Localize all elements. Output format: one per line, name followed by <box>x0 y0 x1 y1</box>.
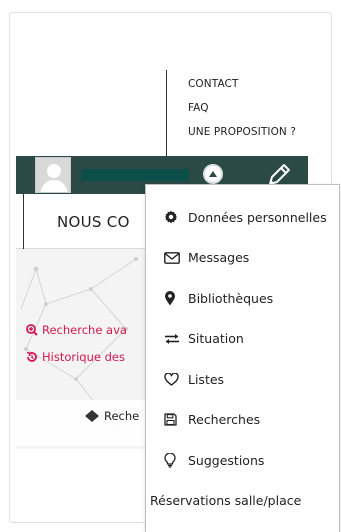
menu-item-suggestions[interactable]: Suggestions <box>146 440 339 481</box>
search-button[interactable]: Reche <box>85 409 139 423</box>
map-pin-icon <box>164 290 184 306</box>
nav-item-nous[interactable]: NOUS CO <box>57 213 130 231</box>
menu-item-lists[interactable]: Listes <box>146 359 339 400</box>
user-silhouette-icon <box>36 158 70 192</box>
menu-item-label: Bibliothèques <box>188 290 274 306</box>
menu-item-label: Suggestions <box>188 452 265 468</box>
caret-up-icon <box>209 171 217 177</box>
history-label: Historique des <box>42 350 125 364</box>
top-links: CONTACT FAQ UNE PROPOSITION ? <box>166 70 316 156</box>
menu-item-libraries[interactable]: Bibliothèques <box>146 278 339 319</box>
zoom-in-icon <box>26 324 38 336</box>
avatar[interactable] <box>35 157 71 193</box>
menu-item-reservations[interactable]: Réservations salle/place <box>146 481 339 522</box>
envelope-icon <box>164 250 184 266</box>
nav-divider <box>23 194 24 249</box>
save-icon <box>164 412 184 428</box>
advanced-search-link[interactable]: Recherche ava <box>26 323 127 337</box>
search-button-label: Reche <box>104 409 140 423</box>
menu-item-situation[interactable]: Situation <box>146 319 339 360</box>
advanced-search-label: Recherche ava <box>42 323 127 337</box>
menu-item-personal-data[interactable]: Données personnelles <box>146 197 339 238</box>
history-icon <box>26 351 37 362</box>
menu-item-label: Listes <box>188 371 225 387</box>
contact-link[interactable]: CONTACT <box>188 72 316 96</box>
menu-item-label: Situation <box>188 331 244 347</box>
menu-toggle-button[interactable] <box>203 164 223 184</box>
proposal-link[interactable]: UNE PROPOSITION ? <box>188 120 316 144</box>
user-dropdown-menu: Données personnelles Messages Bibliothèq… <box>145 184 340 532</box>
faq-link[interactable]: FAQ <box>188 96 316 120</box>
exchange-icon <box>164 331 184 347</box>
menu-item-label: Réservations salle/place <box>150 493 302 509</box>
menu-item-label: Données personnelles <box>188 209 327 225</box>
menu-item-label: Messages <box>188 250 250 266</box>
history-link[interactable]: Historique des <box>26 350 125 364</box>
user-name-redacted <box>81 169 189 181</box>
menu-item-messages[interactable]: Messages <box>146 238 339 279</box>
menu-item-searches[interactable]: Recherches <box>146 400 339 441</box>
menu-item-label: Recherches <box>188 412 261 428</box>
heart-icon <box>164 371 184 387</box>
search-diamond-icon <box>85 410 99 422</box>
lightbulb-icon <box>164 452 184 468</box>
gear-icon <box>164 209 184 225</box>
